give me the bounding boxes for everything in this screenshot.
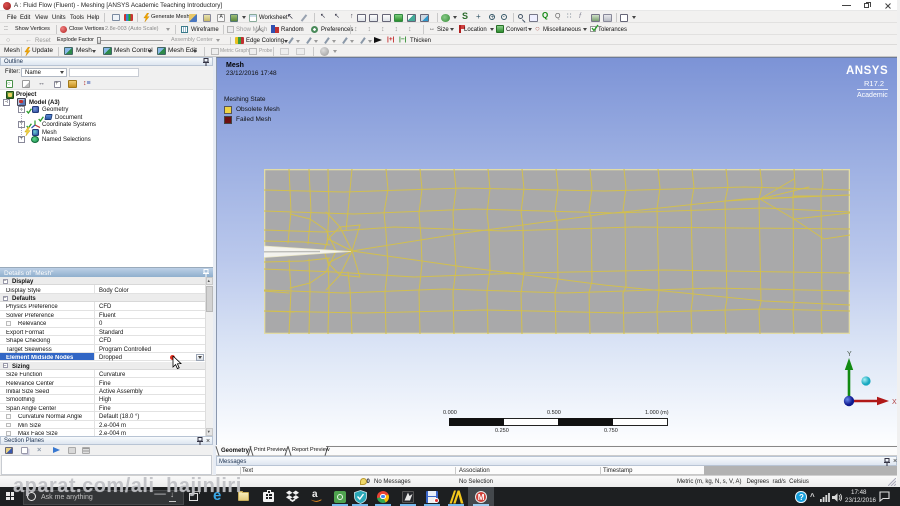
svg-text:Y: Y [847,351,852,358]
